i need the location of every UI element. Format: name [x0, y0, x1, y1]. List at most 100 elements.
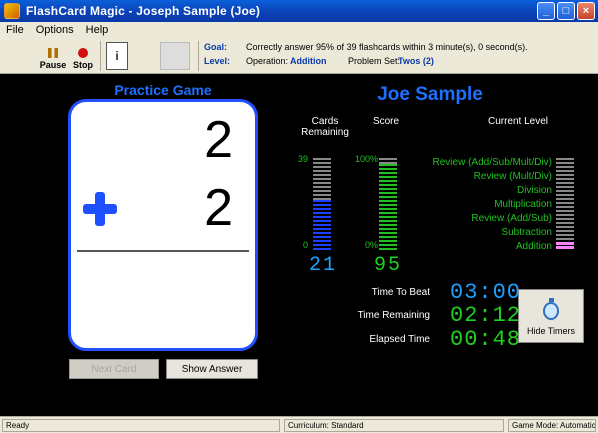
meter-segment	[379, 174, 397, 176]
meter-segment	[379, 206, 397, 208]
level-segment	[556, 218, 574, 220]
level-segment	[556, 226, 574, 228]
level-segment	[556, 158, 574, 160]
level-segment	[556, 238, 574, 240]
maximize-button[interactable]: □	[557, 2, 575, 20]
show-answer-button[interactable]: Show Answer	[166, 359, 258, 379]
meter-segment	[379, 210, 397, 212]
meter-segment	[379, 218, 397, 220]
level-item: Division	[516, 185, 552, 196]
level-segment	[556, 242, 574, 245]
meter-segment	[313, 238, 331, 240]
next-card-button[interactable]: Next Card	[69, 359, 159, 379]
meter-segment	[313, 202, 331, 204]
meter-segment	[379, 198, 397, 200]
meter-segment	[379, 202, 397, 204]
student-name: Joe Sample	[377, 84, 483, 105]
cards-max-label: 39	[297, 154, 308, 164]
meter-segment	[313, 186, 331, 188]
meter-segment	[313, 178, 331, 180]
menu-options[interactable]: Options	[30, 24, 80, 36]
elapsed-time-value: 00:48	[450, 327, 522, 352]
time-remaining-value: 02:12	[450, 303, 522, 328]
status-bar: Ready Curriculum: Standard Game Mode: Au…	[0, 416, 598, 433]
level-item: Review (Mult/Div)	[473, 171, 552, 182]
toolbar-divider	[198, 41, 199, 71]
score-min-label: 0%	[364, 240, 378, 250]
cards-min-label: 0	[302, 240, 308, 250]
meter-segment	[313, 198, 331, 200]
level-segment	[556, 230, 574, 232]
hide-timers-button[interactable]: Hide Timers	[518, 289, 584, 343]
meter-segment	[313, 242, 331, 244]
cards-remaining-value: 21	[309, 254, 338, 277]
meter-segment	[379, 194, 397, 196]
level-segment	[556, 186, 574, 188]
meter-segment	[379, 170, 397, 172]
meter-segment	[313, 218, 331, 220]
level-segment	[556, 222, 574, 224]
stop-button[interactable]: Stop	[68, 40, 98, 70]
toolbar-divider	[100, 41, 101, 71]
meter-segment	[379, 158, 397, 160]
status-curriculum: Curriculum: Standard	[284, 419, 504, 432]
info-icon: i	[115, 49, 119, 63]
help-button[interactable]: i	[106, 42, 128, 70]
level-item: Review (Add/Sub)	[471, 213, 552, 224]
meter-segment	[379, 238, 397, 240]
meter-segment	[313, 162, 331, 164]
meter-segment	[313, 190, 331, 192]
level-meter	[556, 158, 574, 250]
meter-segment	[313, 246, 331, 248]
meter-segment	[379, 182, 397, 184]
stop-icon	[78, 48, 88, 58]
problem-set-value: Twos (2)	[398, 56, 434, 66]
menu-file[interactable]: File	[0, 24, 30, 36]
goal-text: Correctly answer 95% of 39 flashcards wi…	[246, 42, 528, 52]
title-bar: FlashCard Magic - Joseph Sample (Joe) _ …	[0, 0, 598, 22]
close-button[interactable]: ×	[577, 2, 595, 20]
score-value: 95	[374, 254, 403, 277]
bottom-operand: 2	[204, 179, 233, 237]
flashcard: 2 2	[68, 99, 258, 351]
level-segment	[556, 206, 574, 208]
score-max-label: 100%	[354, 154, 378, 164]
level-label: Level:	[204, 56, 231, 66]
meter-segment	[313, 166, 331, 168]
meter-segment	[313, 226, 331, 228]
level-segment	[556, 182, 574, 184]
meter-segment	[379, 234, 397, 236]
level-item: Multiplication	[494, 199, 552, 210]
stopwatch-icon	[543, 298, 559, 320]
meter-segment	[379, 178, 397, 180]
meter-segment	[313, 214, 331, 216]
level-segment	[556, 234, 574, 236]
time-remaining-label: Time Remaining	[357, 310, 430, 321]
disabled-tool-button	[160, 42, 190, 70]
menu-help[interactable]: Help	[80, 24, 115, 36]
meter-segment	[313, 158, 331, 160]
meter-segment	[379, 242, 397, 244]
practice-game-heading: Practice Game	[114, 82, 212, 98]
operation-value: Addition	[290, 56, 327, 66]
level-segment	[556, 162, 574, 164]
meter-segment	[379, 162, 397, 164]
level-item: Subtraction	[501, 227, 552, 238]
level-segment	[556, 202, 574, 204]
level-segment	[556, 198, 574, 200]
meter-segment	[313, 170, 331, 172]
minimize-button[interactable]: _	[537, 2, 555, 20]
level-segment	[556, 190, 574, 192]
level-item-active: Addition	[515, 241, 552, 252]
status-text: Ready	[2, 419, 280, 432]
meter-segment	[313, 182, 331, 184]
level-segment	[556, 210, 574, 212]
level-segment	[556, 214, 574, 216]
pause-button[interactable]: Pause	[38, 40, 68, 70]
elapsed-time-label: Elapsed Time	[369, 334, 430, 345]
level-segment	[556, 174, 574, 176]
level-item: Review (Add/Sub/Mult/Div)	[432, 157, 552, 168]
level-segment	[556, 178, 574, 180]
status-game-mode: Game Mode: Automatic	[508, 419, 596, 432]
problem-set-label: Problem Set:	[348, 56, 401, 66]
